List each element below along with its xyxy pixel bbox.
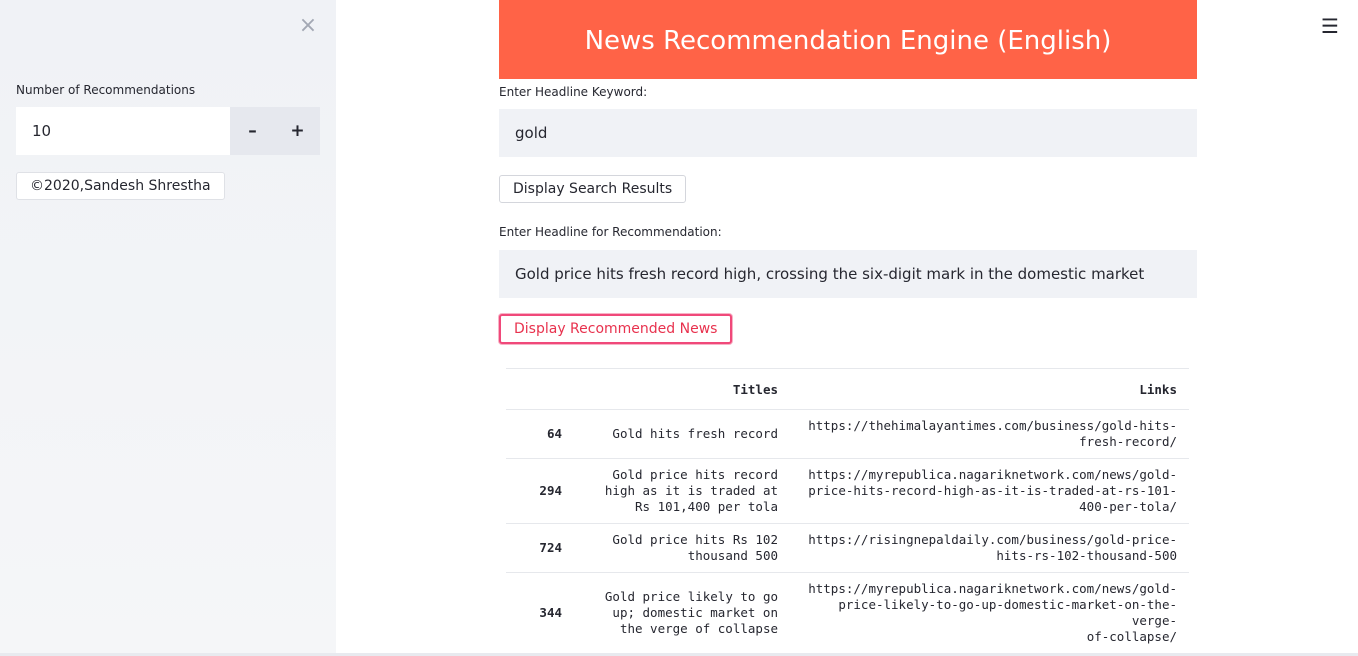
table-row: 64 Gold hits fresh record https://thehimal…: [506, 409, 1189, 459]
recommendation-headline-input[interactable]: [499, 250, 1197, 298]
title-line: Gold price likely to go: [604, 589, 778, 604]
keyword-label: Enter Headline Keyword:: [499, 85, 648, 99]
page-title: News Recommendation Engine (English): [499, 0, 1197, 79]
link-line: 400-per-tola/: [1079, 499, 1177, 514]
link-line: price-likely-to-go-up-domestic-market-on…: [838, 597, 1177, 628]
table-row: 724 Gold price hits Rs 102 thousand 500 htt…: [506, 523, 1189, 573]
display-recommended-news-button[interactable]: Display Recommended News: [499, 314, 733, 344]
title-line: the verge of collapse: [619, 621, 778, 636]
display-search-results-button[interactable]: Display Search Results: [499, 175, 687, 203]
keyword-input[interactable]: [499, 109, 1197, 157]
table-header-row: Titles Links: [506, 368, 1189, 410]
recommendation-headline-label: Enter Headline for Recommendation:: [499, 225, 722, 239]
hamburger-menu-icon[interactable]: ☰: [1318, 14, 1342, 38]
link-line: https://myrepublica.nagariknetwork.com/n…: [808, 467, 1177, 482]
title-line: Gold price hits record: [612, 467, 778, 482]
title-line: Rs 101,400 per tola: [635, 499, 778, 514]
copyright-badge: ©2020,Sandesh Shrestha: [16, 172, 225, 200]
title-cell: Gold hits fresh record: [574, 409, 790, 459]
title-line: high as it is traded at: [604, 483, 778, 498]
title-cell: Gold price hits Rs 102 thousand 500: [574, 523, 790, 573]
close-icon[interactable]: ×: [298, 14, 318, 38]
increment-button[interactable]: +: [275, 107, 320, 155]
link-line: of-collapse/: [1086, 629, 1177, 644]
table-row: 344 Gold price likely to go up; domestic m…: [506, 572, 1189, 653]
row-index: 294: [506, 458, 574, 524]
link-line: hits-rs-102-thousand-500: [996, 548, 1177, 563]
recommendations-count-input[interactable]: [16, 107, 230, 155]
title-line: Gold hits fresh record: [612, 426, 778, 441]
titles-column-header: Titles: [574, 368, 790, 410]
title-line: up; domestic market on: [612, 605, 778, 620]
title-cell: Gold price likely to go up; domestic mark…: [574, 572, 790, 653]
link-line: price-hits-record-high-as-it-is-traded-a…: [808, 483, 1177, 498]
link-cell: https://myrepublica.nagariknetwork.com/n…: [790, 572, 1189, 653]
index-column-header: [506, 368, 574, 410]
title-line: Gold price hits Rs 102: [612, 532, 778, 547]
table-row: 294 Gold price hits record high as it is t…: [506, 458, 1189, 524]
link-line: https://risingnepaldaily.com/business/go…: [808, 532, 1177, 547]
recommendations-count-label: Number of Recommendations: [16, 83, 196, 97]
title-line: thousand 500: [687, 548, 778, 563]
decrement-button[interactable]: –: [230, 107, 275, 155]
link-cell: https://risingnepaldaily.com/business/go…: [790, 523, 1189, 573]
sidebar: × Number of Recommendations – + ©2020,Sa…: [0, 0, 336, 656]
link-line: https://myrepublica.nagariknetwork.com/n…: [808, 581, 1177, 596]
results-table: Titles Links 64 Gold hits fresh record htt…: [506, 368, 1189, 653]
row-index: 344: [506, 572, 574, 653]
title-cell: Gold price hits record high as it is trad…: [574, 458, 790, 524]
link-cell: https://thehimalayantimes.com/business/g…: [790, 409, 1189, 459]
links-column-header: Links: [790, 368, 1189, 410]
link-line: https://thehimalayantimes.com/business/g…: [808, 418, 1177, 433]
row-index: 64: [506, 409, 574, 459]
row-index: 724: [506, 523, 574, 573]
link-line: fresh-record/: [1079, 434, 1177, 449]
link-cell: https://myrepublica.nagariknetwork.com/n…: [790, 458, 1189, 524]
recommendations-stepper: – +: [16, 107, 320, 155]
